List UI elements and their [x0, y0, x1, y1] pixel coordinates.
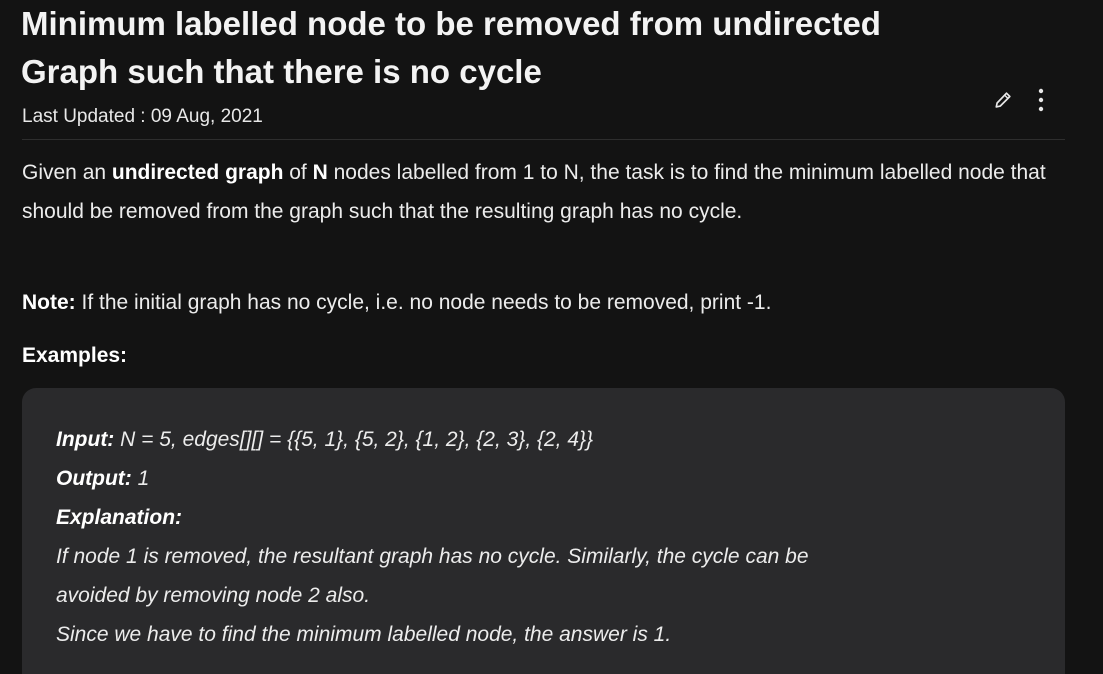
example-explanation-line-2: avoided by removing node 2 also.: [56, 584, 371, 607]
example-input-label: Input:: [56, 428, 115, 451]
note-text: If the initial graph has no cycle, i.e. …: [75, 291, 772, 314]
note-label: Note:: [22, 291, 76, 314]
more-vertical-icon[interactable]: [1029, 86, 1053, 114]
example-explanation-line-3: Since we have to find the minimum labell…: [56, 623, 672, 646]
header-divider: [22, 139, 1065, 140]
intro-text-1: Given an: [22, 161, 112, 184]
pencil-icon[interactable]: [991, 86, 1015, 114]
intro-bold-n: N: [312, 161, 328, 184]
example-box: Input: N = 5, edges[][] = {{5, 1}, {5, 2…: [22, 388, 1065, 674]
example-output-text: 1: [131, 467, 150, 490]
examples-heading: Examples:: [22, 344, 128, 367]
example-input-line: Input: N = 5, edges[][] = {{5, 1}, {5, 2…: [56, 420, 1046, 459]
problem-statement: Given an undirected graph of N nodes lab…: [22, 153, 1062, 231]
example-explanation-line-1: If node 1 is removed, the resultant grap…: [56, 545, 809, 568]
article-actions: [991, 86, 1053, 114]
article-title: Minimum labelled node to be removed from…: [21, 5, 881, 90]
example-explanation-label: Explanation:: [56, 498, 1046, 537]
article-page: Minimum labelled node to be removed from…: [0, 0, 1103, 674]
intro-text-2: of: [283, 161, 313, 184]
example-output-line: Output: 1: [56, 459, 1046, 498]
last-updated-text: Last Updated : 09 Aug, 2021: [22, 106, 263, 127]
note-paragraph: Note: If the initial graph has no cycle,…: [22, 283, 1062, 322]
example-input-text: N = 5, edges[][] = {{5, 1}, {5, 2}, {1, …: [114, 428, 594, 451]
intro-bold-undirected-graph: undirected graph: [111, 161, 284, 184]
example-output-label: Output:: [56, 467, 132, 490]
explanation-label-text: Explanation:: [56, 506, 183, 529]
